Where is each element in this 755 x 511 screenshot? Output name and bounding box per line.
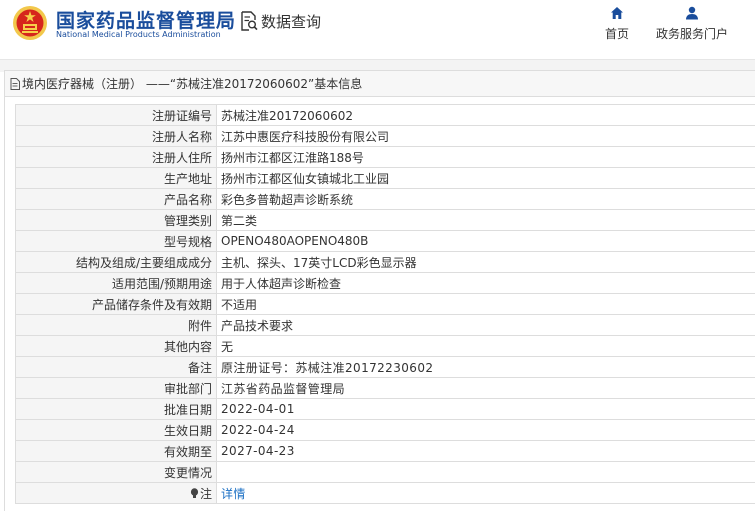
- home-icon: [611, 7, 623, 19]
- row-key: 生产地址: [15, 167, 217, 189]
- row-key: 型号规格: [15, 230, 217, 252]
- table-row: 批准日期 2022-04-01: [15, 398, 755, 420]
- row-value: 2022-04-24: [216, 419, 755, 441]
- data-query-label: 数据查询: [261, 12, 322, 31]
- nav-gov-services[interactable]: 政务服务门户: [652, 6, 732, 42]
- row-key: 管理类别: [15, 209, 217, 231]
- row-value: 第二类: [216, 209, 755, 231]
- note-key: 注: [199, 486, 212, 501]
- note-label: 注: [190, 485, 212, 502]
- table-row: 备注 原注册证号：苏械注准20172230602: [15, 356, 755, 378]
- user-icon: [686, 6, 698, 20]
- info-table: 注册证编号 苏械注准20172060602 注册人名称 江苏中惠医疗科技股份有限公司…: [15, 104, 755, 504]
- row-key: 产品储存条件及有效期: [15, 293, 217, 315]
- table-row: 注 详情: [15, 482, 755, 504]
- nav-home-label: 首页: [604, 27, 629, 41]
- row-value: 扬州市江都区江淮路188号: [216, 146, 755, 168]
- row-key: 结构及组成/主要组成成分: [15, 251, 217, 273]
- row-value: 2027-04-23: [216, 440, 755, 462]
- row-key: 附件: [15, 314, 217, 336]
- row-key: 有效期至: [15, 440, 217, 462]
- row-value: 不适用: [216, 293, 755, 315]
- panel-header: 境内医疗器械（注册） ——“苏械注准20172060602”基本信息: [5, 71, 755, 97]
- bulb-icon: [190, 487, 199, 498]
- table-row: 注册人住所 扬州市江都区江淮路188号: [15, 146, 755, 168]
- row-key: 注册人住所: [15, 146, 217, 168]
- row-value: OPENO480AOPENO480B: [216, 230, 755, 252]
- row-key: 变更情况: [15, 461, 217, 483]
- row-value: 江苏中惠医疗科技股份有限公司: [216, 125, 755, 147]
- row-key: 注: [15, 482, 217, 504]
- row-value: 产品技术要求: [216, 314, 755, 336]
- panel-title: 境内医疗器械（注册） ——“苏械注准20172060602”基本信息: [22, 77, 363, 91]
- document-icon: [10, 77, 20, 90]
- table-row: 其他内容无: [15, 335, 755, 357]
- row-key: 适用范围/预期用途: [15, 272, 217, 294]
- site-header: 国家药品监督管理局 National Medical Products Admi…: [0, 0, 755, 60]
- table-row: 变更情况: [15, 461, 755, 483]
- table-row: 审批部门 江苏省药品监督管理局: [15, 377, 755, 399]
- table-row: 适用范围/预期用途 用于人体超声诊断检查: [15, 272, 755, 294]
- site-subtitle: National Medical Products Administration: [56, 30, 221, 39]
- row-value: 苏械注准20172060602: [216, 104, 755, 126]
- row-value: 扬州市江都区仙女镇城北工业园: [216, 167, 755, 189]
- table-row: 附件 产品技术要求: [15, 314, 755, 336]
- search-document-icon: [241, 11, 258, 31]
- row-value: 无: [216, 335, 755, 357]
- table-row: 生产地址 扬州市江都区仙女镇城北工业园: [15, 167, 755, 189]
- table-row: 结构及组成/主要组成成分 主机、探头、17英寸LCD彩色显示器: [15, 251, 755, 273]
- detail-link[interactable]: 详情: [221, 487, 246, 501]
- row-value: 彩色多普勒超声诊断系统: [216, 188, 755, 210]
- nav-home[interactable]: 首页: [602, 6, 632, 42]
- row-key: 批准日期: [15, 398, 217, 420]
- row-value: [216, 461, 755, 483]
- national-emblem-icon: [13, 6, 47, 40]
- table-row: 注册证编号 苏械注准20172060602: [15, 104, 755, 126]
- row-value: 主机、探头、17英寸LCD彩色显示器: [216, 251, 755, 273]
- table-row: 注册人名称 江苏中惠医疗科技股份有限公司: [15, 125, 755, 147]
- row-key: 注册证编号: [15, 104, 217, 126]
- table-row: 产品储存条件及有效期 不适用: [15, 293, 755, 315]
- row-key: 其他内容: [15, 335, 217, 357]
- row-key: 生效日期: [15, 419, 217, 441]
- site-title: 国家药品监督管理局: [56, 10, 237, 32]
- nav-gov-services-label: 政务服务门户: [655, 27, 728, 41]
- table-row: 生效日期 2022-04-24: [15, 419, 755, 441]
- table-row: 有效期至 2027-04-23: [15, 440, 755, 462]
- row-value: 原注册证号：苏械注准20172230602: [216, 356, 755, 378]
- row-value: 2022-04-01: [216, 398, 755, 420]
- row-key: 产品名称: [15, 188, 217, 210]
- table-row: 型号规格 OPENO480AOPENO480B: [15, 230, 755, 252]
- row-value: 江苏省药品监督管理局: [216, 377, 755, 399]
- row-key: 注册人名称: [15, 125, 217, 147]
- info-panel: 境内医疗器械（注册） ——“苏械注准20172060602”基本信息 注册证编号…: [4, 70, 755, 511]
- row-key: 审批部门: [15, 377, 217, 399]
- row-value: 用于人体超声诊断检查: [216, 272, 755, 294]
- row-key: 备注: [15, 356, 217, 378]
- row-value: 详情: [216, 482, 755, 504]
- table-row: 产品名称 彩色多普勒超声诊断系统: [15, 188, 755, 210]
- table-row: 管理类别 第二类: [15, 209, 755, 231]
- data-query-link[interactable]: 数据查询: [240, 10, 321, 32]
